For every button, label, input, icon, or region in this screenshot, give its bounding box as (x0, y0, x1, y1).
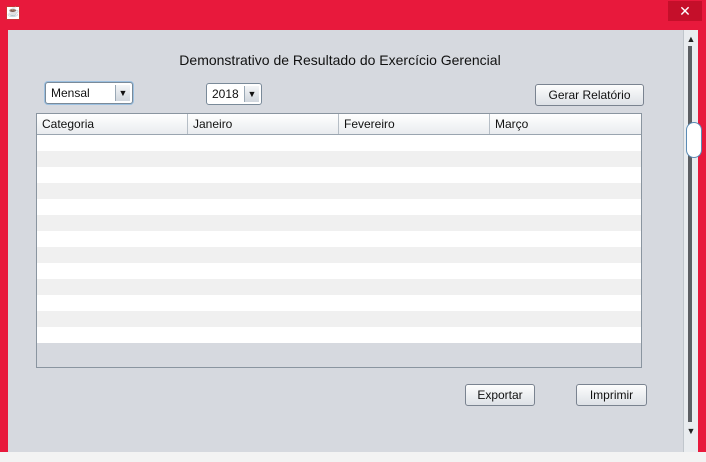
page-title: Demonstrativo de Resultado do Exercício … (179, 52, 501, 68)
app-window: ☕ ✕ Demonstrativo de Resultado do Exercí… (0, 0, 706, 462)
column-header-marco[interactable]: Março (490, 114, 641, 134)
table-row[interactable] (37, 247, 641, 263)
year-select-value: 2018 (212, 87, 239, 101)
table-row[interactable] (37, 263, 641, 279)
table-row[interactable] (37, 135, 641, 151)
table-row[interactable] (37, 183, 641, 199)
scroll-up-icon[interactable]: ▲ (685, 32, 697, 46)
chevron-down-icon[interactable]: ▼ (244, 86, 259, 102)
period-select-value: Mensal (51, 86, 90, 100)
scrollbar-thumb[interactable] (686, 122, 702, 158)
column-header-categoria[interactable]: Categoria (37, 114, 188, 134)
chevron-down-icon[interactable]: ▼ (115, 85, 130, 101)
table-row[interactable] (37, 327, 641, 343)
report-panel: Demonstrativo de Resultado do Exercício … (8, 30, 682, 452)
export-button[interactable]: Exportar (465, 384, 535, 406)
taskbar-strip (0, 452, 706, 462)
close-button[interactable]: ✕ (668, 1, 702, 21)
vertical-scrollbar[interactable]: ▲ ▼ (683, 30, 702, 452)
print-button[interactable]: Imprimir (576, 384, 647, 406)
title-bar[interactable]: ☕ ✕ (0, 0, 706, 26)
table-row[interactable] (37, 295, 641, 311)
year-select[interactable]: 2018 ▼ (206, 83, 262, 105)
table-row[interactable] (37, 231, 641, 247)
column-header-janeiro[interactable]: Janeiro (188, 114, 339, 134)
client-area: Demonstrativo de Resultado do Exercício … (8, 30, 702, 452)
generate-report-button[interactable]: Gerar Relatório (535, 84, 644, 106)
java-app-icon: ☕ (6, 6, 20, 20)
table-row[interactable] (37, 167, 641, 183)
table-header: Categoria Janeiro Fevereiro Março (37, 114, 641, 135)
scroll-down-icon[interactable]: ▼ (685, 424, 697, 438)
table-row[interactable] (37, 279, 641, 295)
table-row[interactable] (37, 215, 641, 231)
report-table: Categoria Janeiro Fevereiro Março (36, 113, 642, 368)
table-row[interactable] (37, 311, 641, 327)
table-body[interactable] (37, 135, 641, 343)
period-select[interactable]: Mensal ▼ (45, 82, 133, 104)
table-row[interactable] (37, 151, 641, 167)
table-row[interactable] (37, 199, 641, 215)
scrollbar-track[interactable] (688, 46, 692, 422)
column-header-fevereiro[interactable]: Fevereiro (339, 114, 490, 134)
